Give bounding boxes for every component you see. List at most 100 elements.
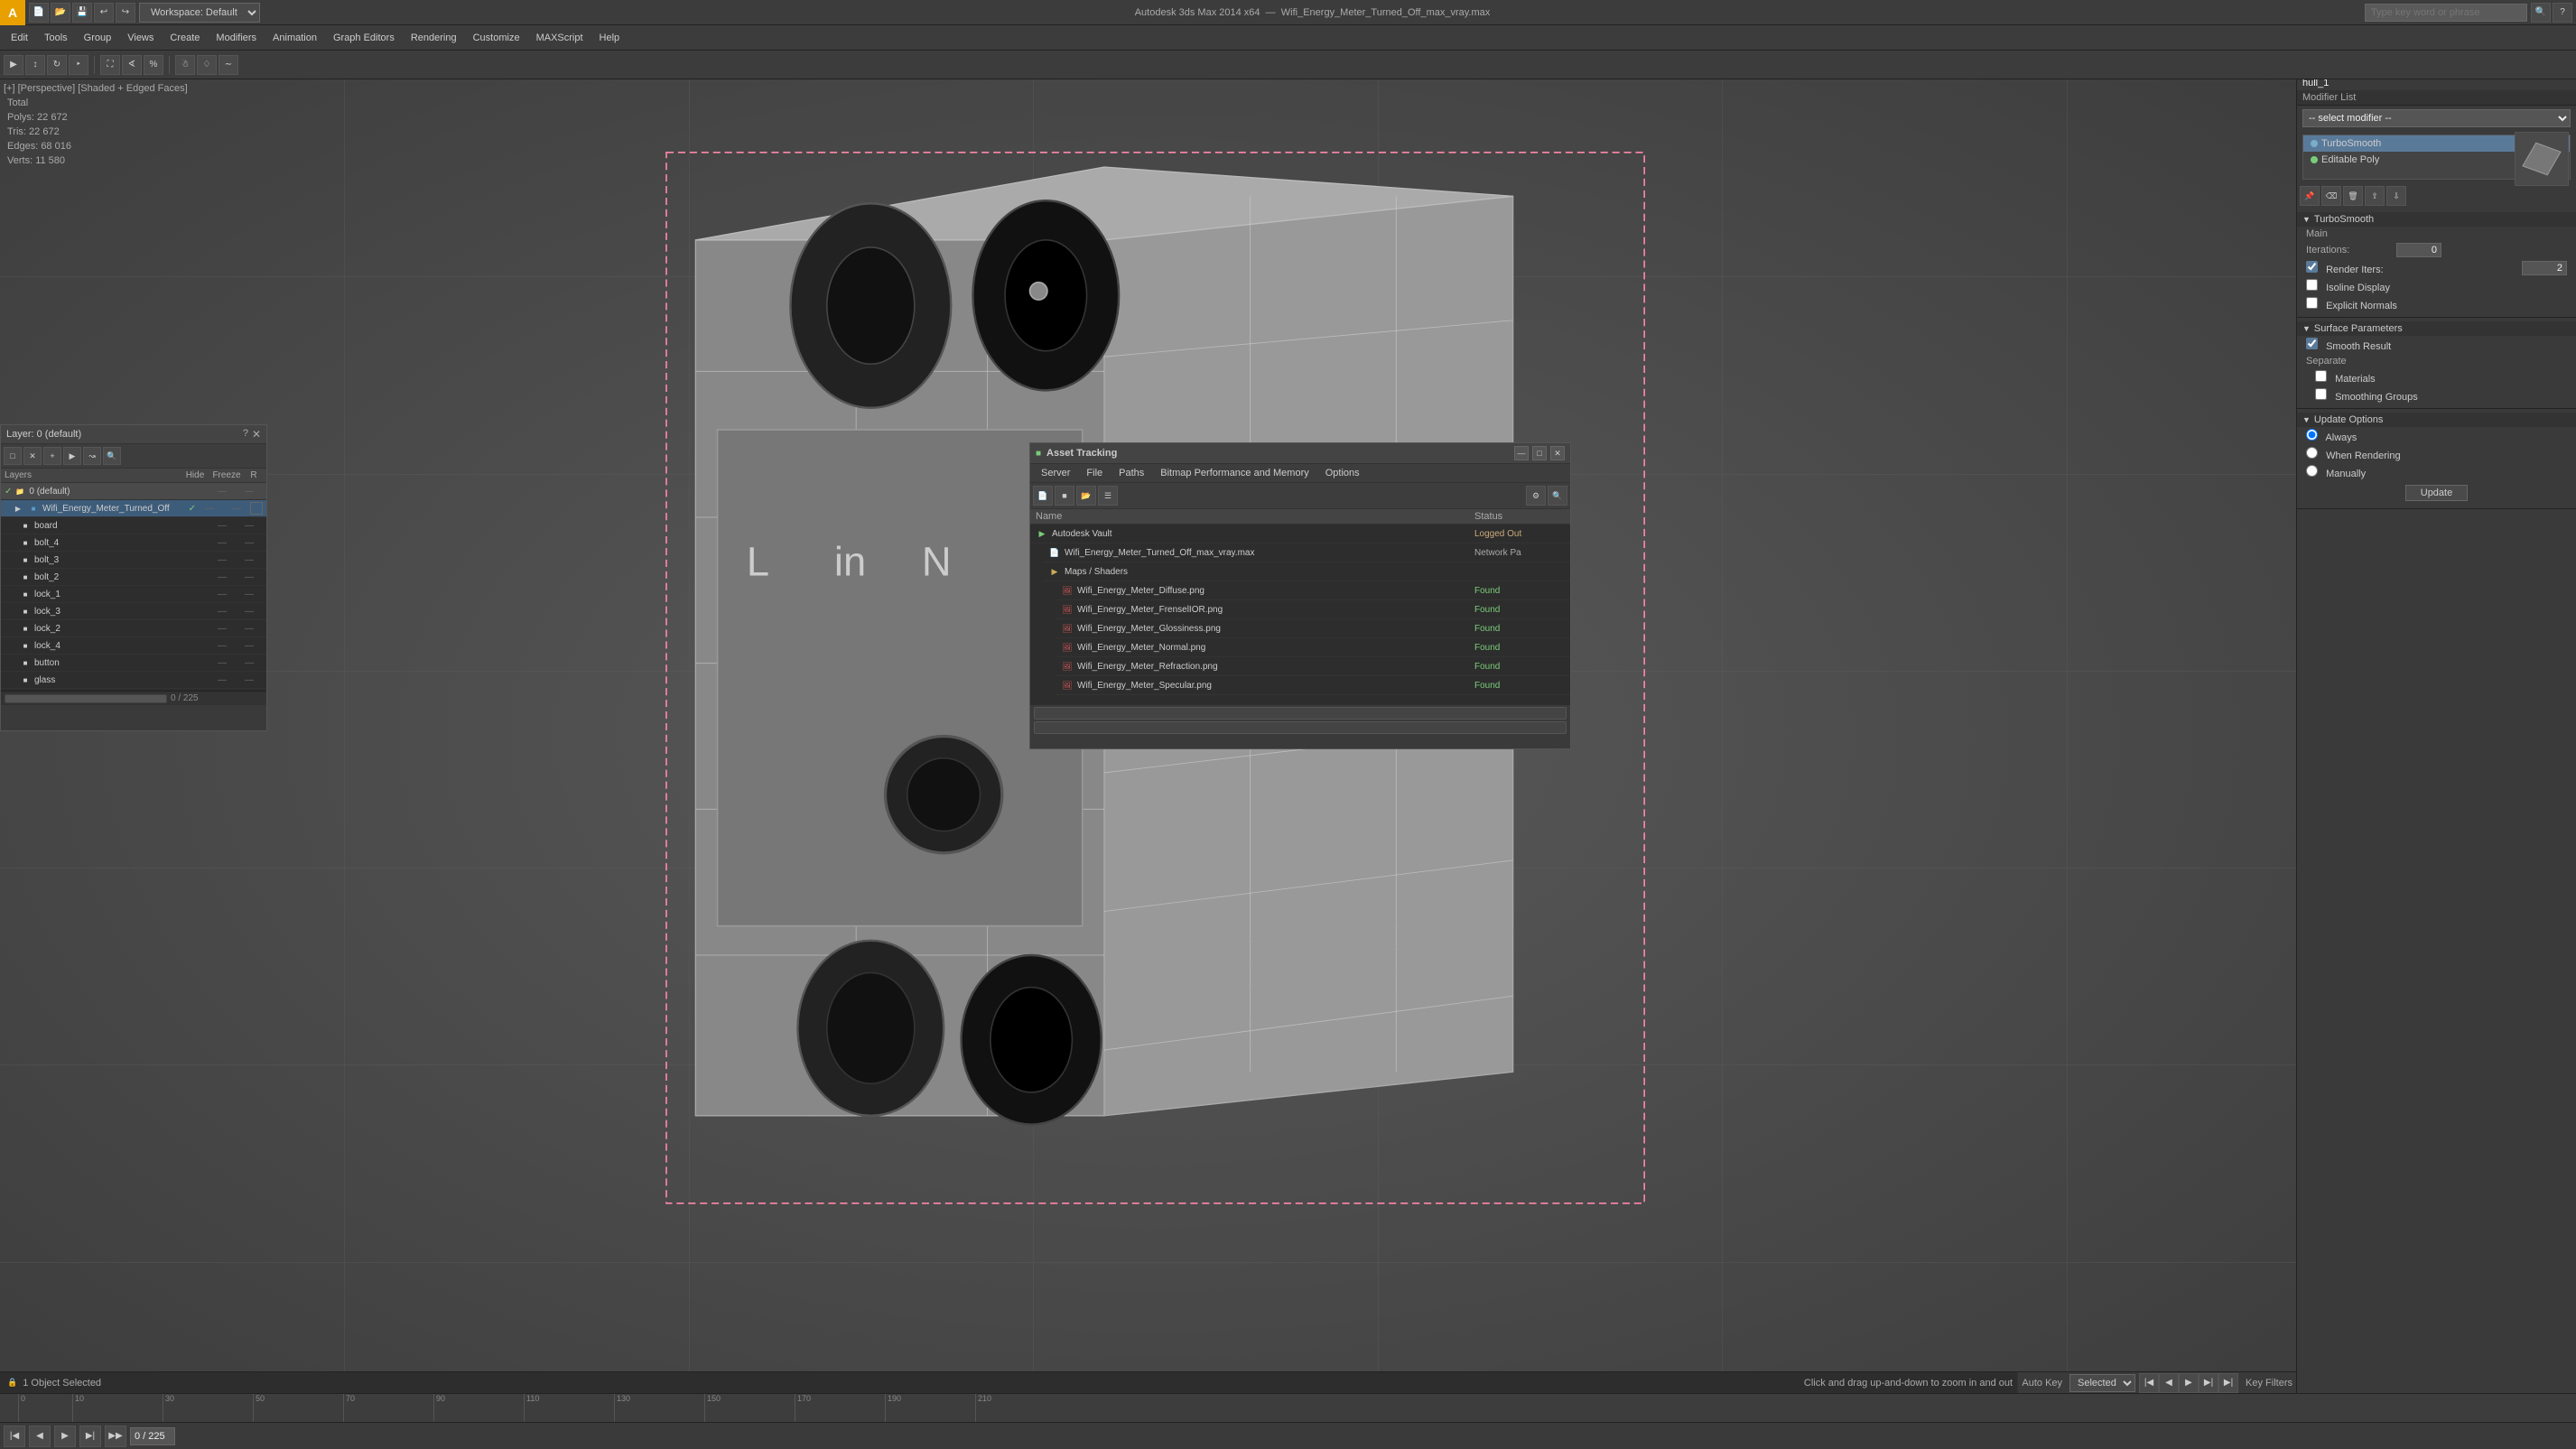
menu-modifiers[interactable]: Modifiers	[209, 31, 264, 45]
search-input[interactable]	[2365, 4, 2527, 22]
asset-menu-server[interactable]: Server	[1034, 466, 1077, 480]
menu-group[interactable]: Group	[77, 31, 119, 45]
timeline-next-btn[interactable]: ▶|	[79, 1426, 101, 1447]
smoothing-groups-checkbox[interactable]	[2315, 388, 2327, 400]
percent-snap-btn[interactable]: %	[144, 55, 163, 75]
new-btn[interactable]: 📄	[29, 3, 49, 23]
asset-tb-icon1[interactable]: 📄	[1033, 486, 1053, 506]
layer-panel-header[interactable]: Layer: 0 (default) ? ✕	[1, 425, 266, 444]
last-frame-btn[interactable]: ▶|	[2218, 1373, 2238, 1393]
timeline-first-btn[interactable]: |◀	[4, 1426, 25, 1447]
timeline-prev-btn[interactable]: ◀	[29, 1426, 51, 1447]
asset-item-vault[interactable]: ▶ Autodesk Vault Logged Out	[1030, 525, 1570, 543]
layer-item-default[interactable]: ✓ 📁 0 (default) — —	[1, 483, 266, 500]
update-options-header[interactable]: ▼ Update Options	[2297, 413, 2576, 427]
layer-item-lock3[interactable]: ■ lock_3 — —	[1, 603, 266, 620]
layer-list[interactable]: ✓ 📁 0 (default) — — ▶ ■ Wifi_Energy_Mete…	[1, 483, 266, 691]
move-btn[interactable]: ↕	[25, 55, 45, 75]
render-btn[interactable]: ☃	[175, 55, 195, 75]
asset-scrollbar-h2[interactable]	[1034, 721, 1567, 734]
layer-item-button[interactable]: ■ button — —	[1, 655, 266, 672]
menu-graph-editors[interactable]: Graph Editors	[326, 31, 402, 45]
layer-item-lock2[interactable]: ■ lock_2 — —	[1, 620, 266, 637]
timeline-track[interactable]: 0 10 30 50 70 90 110 130 150 170 190 210	[0, 1394, 2576, 1423]
render-iters-input[interactable]	[2522, 261, 2567, 275]
explicit-normals-checkbox[interactable]	[2306, 297, 2318, 309]
asset-tb-icon4[interactable]: ☰	[1098, 486, 1118, 506]
save-btn[interactable]: 💾	[72, 3, 92, 23]
prev-key-btn[interactable]: ◀	[2159, 1373, 2179, 1393]
open-btn[interactable]: 📂	[51, 3, 70, 23]
redo-btn[interactable]: ↪	[116, 3, 135, 23]
select-btn[interactable]: ▶	[4, 55, 23, 75]
menu-help[interactable]: Help	[592, 31, 628, 45]
layer-item-bolt3[interactable]: ■ bolt_3 — —	[1, 552, 266, 569]
asset-menu-file[interactable]: File	[1079, 466, 1110, 480]
curve-editor-btn[interactable]: ∼	[219, 55, 238, 75]
asset-tb-icon5[interactable]: ⚙	[1526, 486, 1546, 506]
layer-item-glass[interactable]: ■ glass — —	[1, 672, 266, 689]
smooth-result-checkbox[interactable]	[2306, 338, 2318, 349]
mod-down-icon[interactable]: ⇩	[2386, 186, 2406, 206]
play-btn[interactable]: ▶	[2179, 1373, 2199, 1393]
asset-menu-options[interactable]: Options	[1318, 466, 1367, 480]
asset-item-specular[interactable]: 🖼 Wifi_Energy_Meter_Specular.png Found	[1056, 676, 1570, 695]
menu-tools[interactable]: Tools	[37, 31, 75, 45]
layer-item-wifi[interactable]: ▶ ■ Wifi_Energy_Meter_Turned_Off ✓ — —	[1, 500, 266, 517]
timeline-last-btn[interactable]: ▶▶	[105, 1426, 126, 1447]
turbosmooth-header[interactable]: ▼ TurboSmooth	[2297, 212, 2576, 227]
menu-edit[interactable]: Edit	[4, 31, 35, 45]
asset-tb-icon3[interactable]: 📂	[1076, 486, 1096, 506]
layer-panel-close[interactable]: ✕	[252, 428, 261, 441]
menu-maxscript[interactable]: MAXScript	[529, 31, 591, 45]
asset-item-wifi-file[interactable]: 📄 Wifi_Energy_Meter_Turned_Off_max_vray.…	[1043, 543, 1570, 562]
surface-params-header[interactable]: ▼ Surface Parameters	[2297, 321, 2576, 336]
layer-new-btn[interactable]: □	[4, 447, 22, 465]
render-iters-checkbox[interactable]	[2306, 261, 2318, 273]
menu-rendering[interactable]: Rendering	[404, 31, 464, 45]
timeline-play-btn[interactable]: ▶	[54, 1426, 76, 1447]
manually-radio[interactable]	[2306, 465, 2318, 477]
mod-pin-icon[interactable]: 📌	[2300, 186, 2320, 206]
layer-check-box[interactable]	[250, 502, 263, 515]
mod-delete-icon[interactable]: 🗑	[2343, 186, 2363, 206]
layer-item-bolt2[interactable]: ■ bolt_2 — —	[1, 569, 266, 586]
update-button[interactable]: Update	[2405, 485, 2468, 501]
asset-tb-icon6[interactable]: 🔍	[1548, 486, 1567, 506]
layer-item-lock4[interactable]: ■ lock_4 — —	[1, 637, 266, 655]
asset-item-frensel[interactable]: 🖼 Wifi_Energy_Meter_FrenselIOR.png Found	[1056, 600, 1570, 619]
asset-scrollbar-h1[interactable]	[1034, 707, 1567, 720]
asset-item-refraction[interactable]: 🖼 Wifi_Energy_Meter_Refraction.png Found	[1056, 657, 1570, 676]
asset-item-glossiness[interactable]: 🖼 Wifi_Energy_Meter_Glossiness.png Found	[1056, 619, 1570, 638]
rotate-btn[interactable]: ↻	[47, 55, 67, 75]
asset-close-btn[interactable]: ✕	[1550, 446, 1565, 460]
menu-create[interactable]: Create	[163, 31, 207, 45]
layer-add-btn[interactable]: +	[43, 447, 61, 465]
menu-customize[interactable]: Customize	[466, 31, 527, 45]
asset-item-normal[interactable]: 🖼 Wifi_Energy_Meter_Normal.png Found	[1056, 638, 1570, 657]
help-btn[interactable]: ?	[2553, 3, 2572, 23]
isoline-checkbox[interactable]	[2306, 279, 2318, 291]
prev-frame-btn[interactable]: |◀	[2139, 1373, 2159, 1393]
layer-move-btn[interactable]: ↝	[83, 447, 101, 465]
asset-item-maps[interactable]: ▶ Maps / Shaders	[1043, 562, 1570, 581]
layer-find-btn[interactable]: 🔍	[103, 447, 121, 465]
layer-item-bolt4[interactable]: ■ bolt_4 — —	[1, 534, 266, 552]
undo-btn[interactable]: ↩	[94, 3, 114, 23]
menu-views[interactable]: Views	[120, 31, 161, 45]
layer-panel-help[interactable]: ?	[243, 428, 248, 441]
asset-menu-paths[interactable]: Paths	[1111, 466, 1151, 480]
layer-item-board[interactable]: ■ board — —	[1, 517, 266, 534]
iterations-input[interactable]	[2396, 243, 2441, 257]
when-rendering-radio[interactable]	[2306, 447, 2318, 459]
key-mode-select[interactable]: Selected	[2069, 1374, 2135, 1392]
frame-input[interactable]	[130, 1427, 175, 1445]
layer-scrollbar[interactable]	[5, 694, 167, 703]
asset-minimize-btn[interactable]: —	[1514, 446, 1529, 460]
search-btn[interactable]: 🔍	[2531, 3, 2551, 23]
asset-menu-bitmap[interactable]: Bitmap Performance and Memory	[1153, 466, 1316, 480]
modifier-dropdown[interactable]: -- select modifier --	[2302, 109, 2571, 127]
layer-select-btn[interactable]: ▶	[63, 447, 81, 465]
scale-btn[interactable]: ‣	[69, 55, 88, 75]
materials-checkbox[interactable]	[2315, 370, 2327, 382]
